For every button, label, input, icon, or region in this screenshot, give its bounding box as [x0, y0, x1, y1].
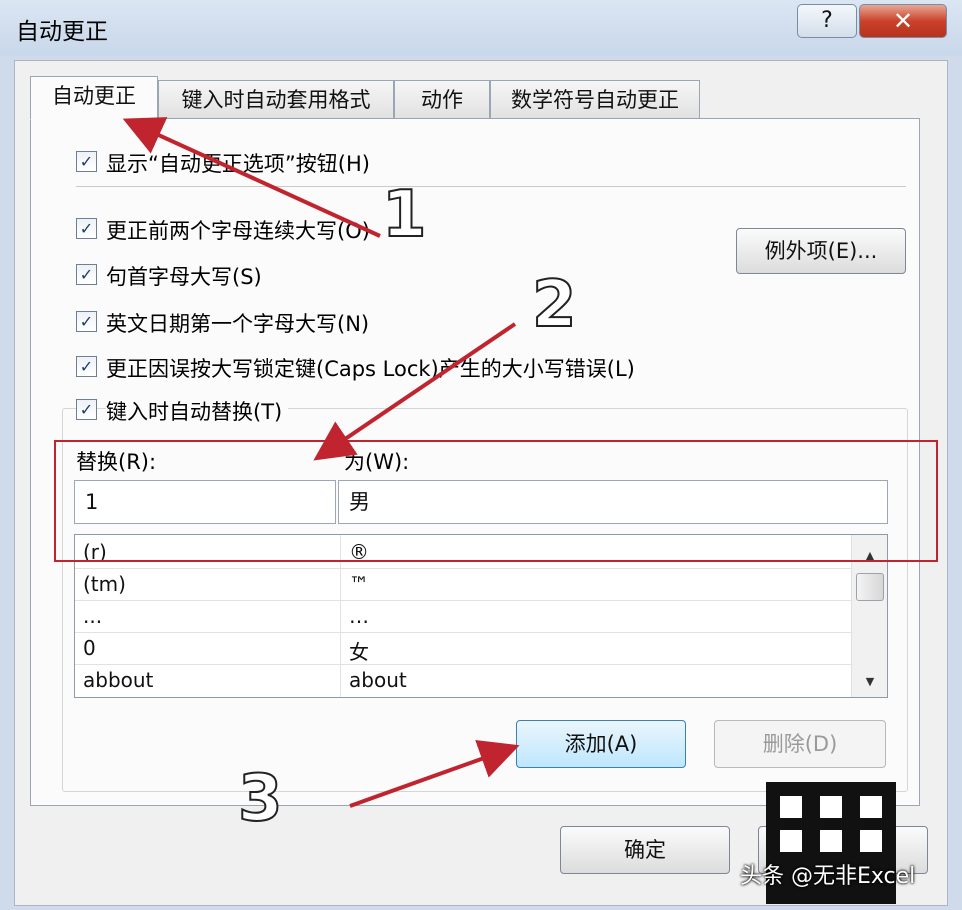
close-button[interactable]: ✕	[859, 4, 947, 38]
row-replace: ...	[83, 604, 103, 628]
caps-lock-checkbox[interactable]: ✓	[76, 356, 97, 377]
two-initial-caps-label: 更正前两个字母连续大写(O)	[106, 219, 370, 243]
two-initial-caps-checkbox[interactable]: ✓	[76, 218, 97, 239]
row-with: …	[349, 604, 369, 628]
date-caps-label: 英文日期第一个字母大写(N)	[106, 312, 370, 336]
row-replace: 0	[83, 636, 96, 660]
scroll-thumb[interactable]	[856, 573, 884, 601]
highlight-box	[54, 440, 938, 562]
tab-math-autocorrect[interactable]: 数学符号自动更正	[490, 80, 700, 120]
tab-autocorrect[interactable]: 自动更正	[30, 76, 158, 120]
show-button-checkbox[interactable]: ✓	[76, 151, 97, 172]
table-row[interactable]: abbout about	[75, 665, 851, 696]
delete-button[interactable]: 删除(D)	[714, 720, 886, 768]
table-row[interactable]: (tm) ™	[75, 569, 851, 601]
step-1-label: 1	[381, 177, 428, 253]
replace-as-type-label: 键入时自动替换(T)	[106, 396, 289, 426]
tab-autoformat-as-you-type[interactable]: 键入时自动套用格式	[158, 80, 394, 120]
caps-lock-label: 更正因误按大写锁定键(Caps Lock)产生的大小写错误(L)	[106, 357, 635, 381]
scroll-down-icon[interactable]: ▼	[852, 675, 887, 688]
date-caps-checkbox[interactable]: ✓	[76, 311, 97, 332]
row-with: ™	[349, 572, 369, 596]
show-button-label: 显示“自动更正选项”按钮(H)	[106, 152, 370, 176]
row-replace: abbout	[83, 668, 154, 692]
row-replace: (tm)	[83, 572, 126, 596]
table-row[interactable]: ... …	[75, 601, 851, 633]
dialog-title: 自动更正	[16, 19, 108, 45]
replace-as-type-checkbox[interactable]: ✓	[76, 399, 97, 420]
separator	[76, 186, 906, 187]
watermark-text: 头条 @无非Excel	[740, 864, 916, 889]
ok-button[interactable]: 确定	[560, 826, 730, 874]
table-row[interactable]: 0 女	[75, 633, 851, 665]
help-button[interactable]: ?	[797, 4, 857, 38]
step-3-label: 3	[237, 761, 284, 837]
sentence-caps-label: 句首字母大写(S)	[106, 265, 262, 289]
step-2-label: 2	[531, 267, 578, 343]
tab-actions[interactable]: 动作	[394, 80, 490, 120]
row-with: about	[349, 668, 407, 692]
row-with: 女	[349, 640, 369, 664]
add-button[interactable]: 添加(A)	[516, 720, 686, 768]
sentence-caps-checkbox[interactable]: ✓	[76, 264, 97, 285]
exceptions-button[interactable]: 例外项(E)...	[736, 228, 906, 274]
